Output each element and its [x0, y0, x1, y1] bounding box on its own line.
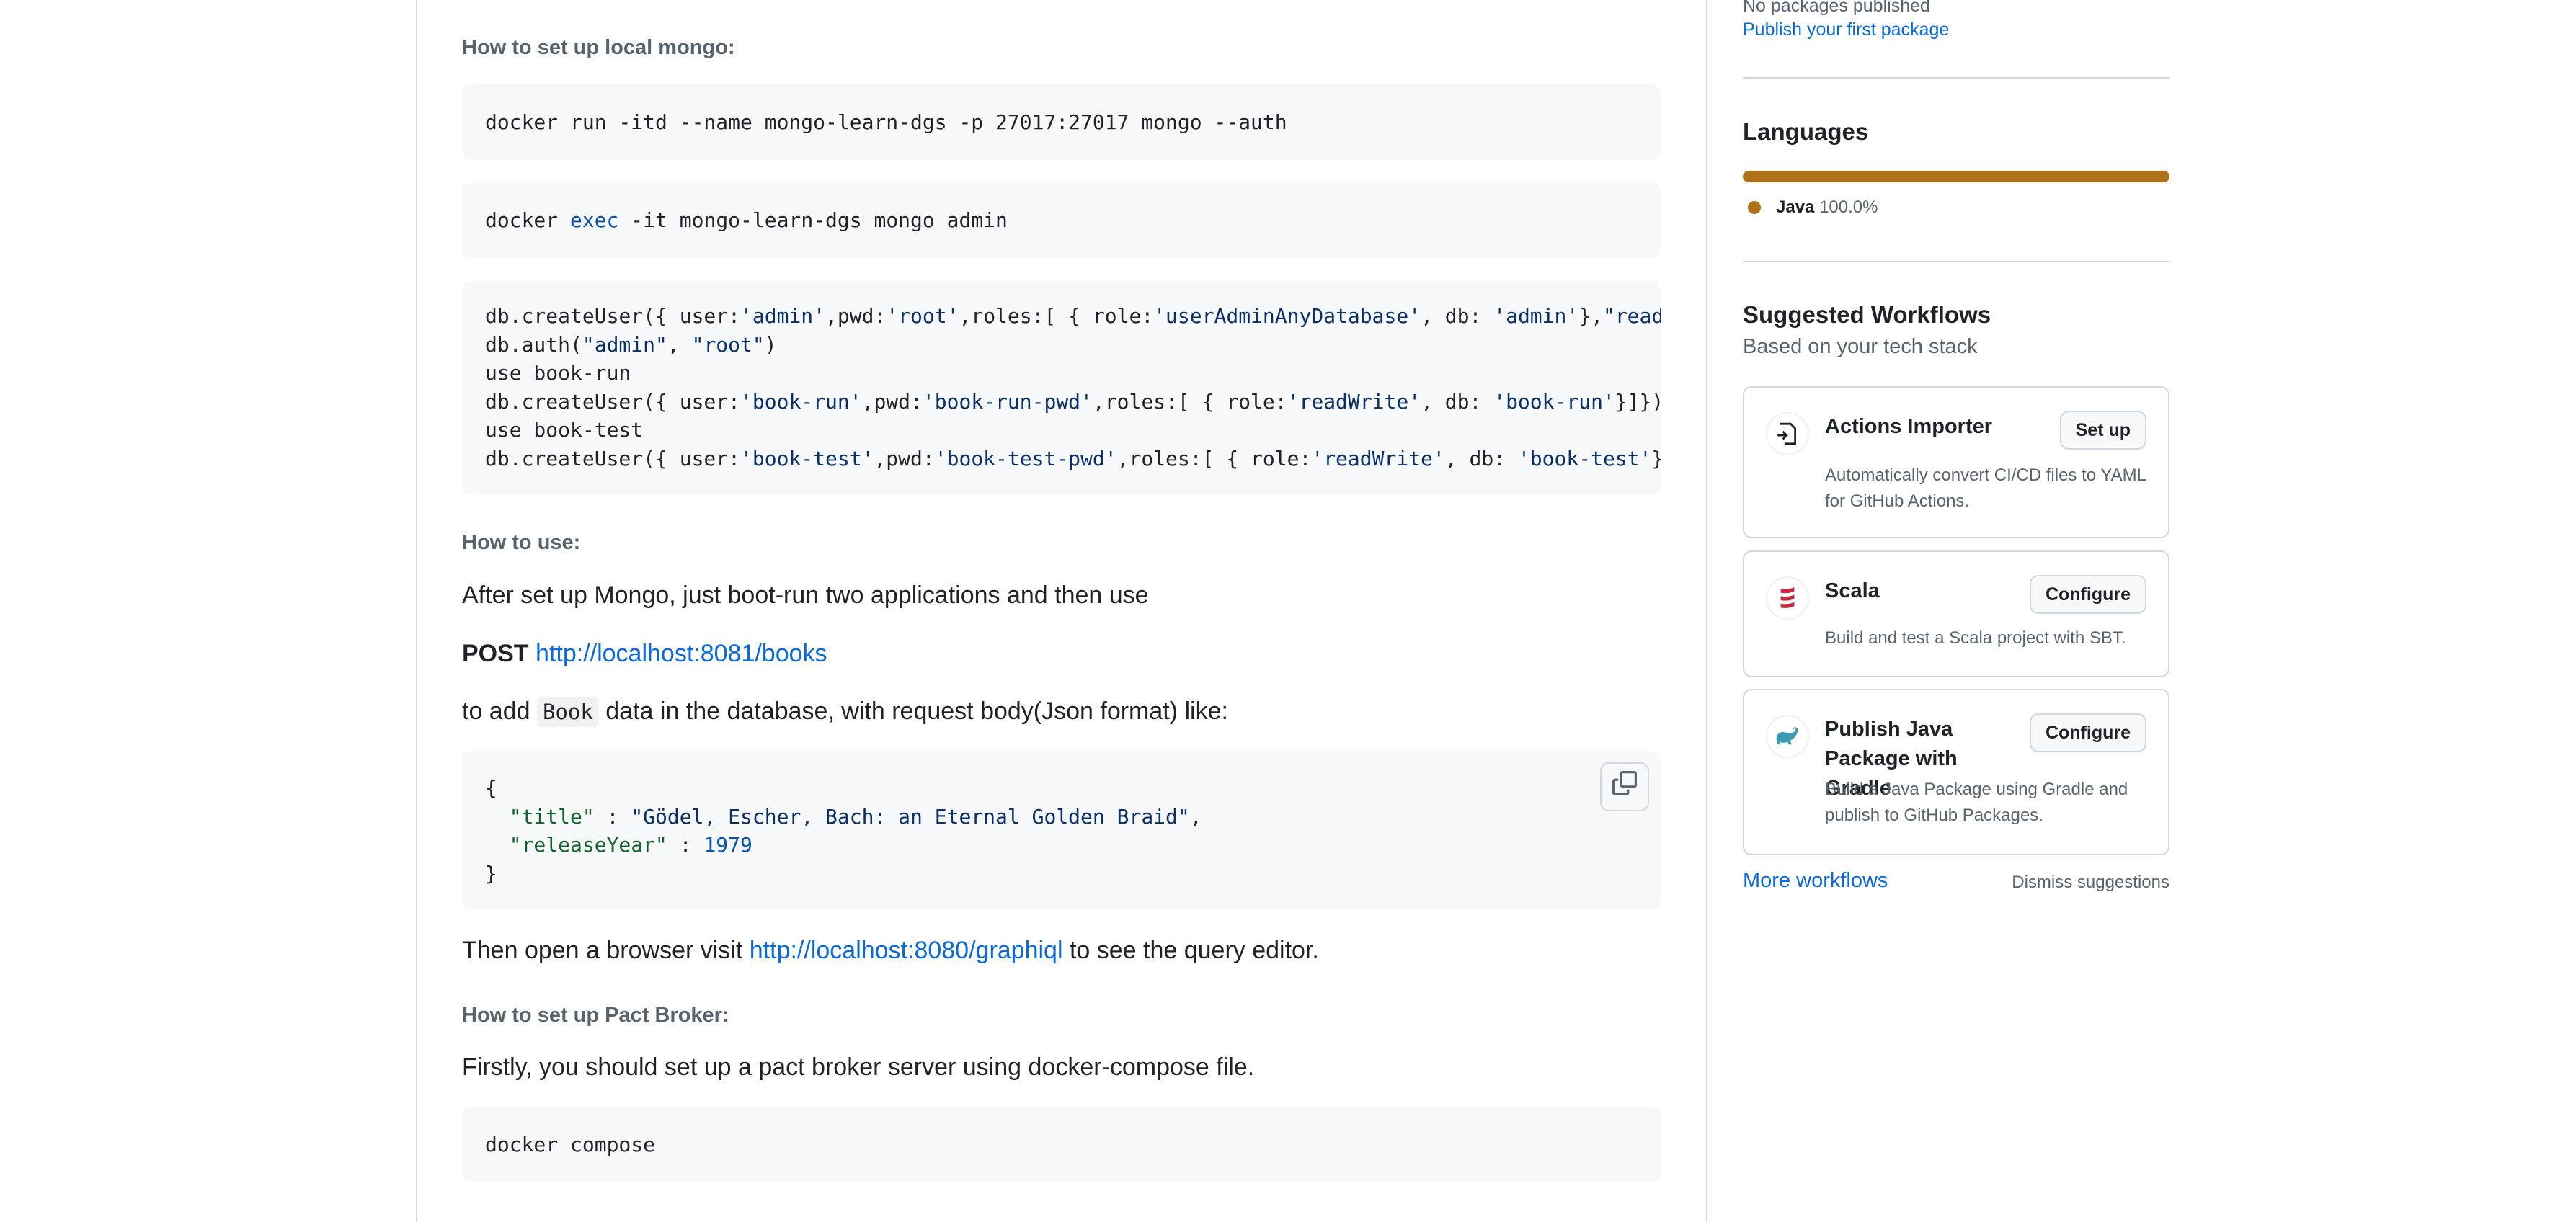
divider [1743, 77, 2169, 79]
text: to see the query editor. [1062, 937, 1319, 964]
code-block-docker-compose[interactable]: docker compose [462, 1107, 1661, 1182]
actions-importer-icon [1767, 414, 1808, 454]
post-label: POST [462, 640, 529, 667]
code-block-json-body[interactable]: { "title" : "Gödel, Escher, Bach: an Ete… [462, 751, 1661, 909]
code-text: docker run -itd --name mongo-learn-dgs -… [485, 110, 1287, 134]
paragraph-post: POST http://localhost:8081/books [462, 640, 827, 668]
workflows-subheading: Based on your tech stack [1743, 335, 1978, 358]
workflow-description: Build and test a Scala project with SBT. [1825, 628, 2126, 648]
post-url-link[interactable]: http://localhost:8081/books [536, 640, 827, 667]
heading-how-to-use: How to use: [462, 531, 581, 554]
configure-button[interactable]: Configure [2029, 575, 2146, 614]
code-keyword: exec [570, 208, 619, 232]
paragraph-after-setup: After set up Mongo, just boot-run two ap… [462, 581, 1149, 609]
copy-icon [1612, 770, 1637, 803]
inline-code-book: Book [536, 697, 599, 727]
language-item-java[interactable]: Java 100.0% [1776, 197, 1878, 218]
packages-status: No packages published [1743, 0, 1930, 16]
scala-icon [1767, 578, 1808, 618]
copy-button[interactable] [1600, 762, 1649, 811]
text: data in the database, with request body(… [598, 697, 1228, 725]
code-text: -it mongo-learn-dgs mongo admin [618, 208, 1008, 232]
workflow-title: Actions Importer [1825, 415, 1993, 438]
more-workflows-link[interactable]: More workflows [1743, 869, 1888, 893]
dismiss-suggestions-button[interactable]: Dismiss suggestions [2012, 873, 2169, 893]
divider [1743, 261, 2169, 262]
paragraph-pact: Firstly, you should set up a pact broker… [462, 1053, 1255, 1081]
workflow-card-actions-importer: Actions Importer Automatically convert C… [1743, 386, 2169, 538]
text: Then open a browser visit [462, 937, 750, 964]
paragraph-browser: Then open a browser visit http://localho… [462, 937, 1319, 965]
language-percent: 100.0% [1819, 197, 1878, 217]
code-block-docker-run[interactable]: docker run -itd --name mongo-learn-dgs -… [462, 84, 1661, 160]
workflow-description: Build a Java Package using Gradle and pu… [1825, 780, 2128, 825]
code-block-mongo-users[interactable]: db.createUser({ user:'admin',pwd:'root',… [462, 281, 1661, 495]
workflow-title: Scala [1825, 579, 1880, 602]
language-bar-java [1743, 171, 2169, 182]
setup-button[interactable]: Set up [2059, 411, 2146, 450]
publish-package-link[interactable]: Publish your first package [1743, 19, 1949, 40]
language-dot-java [1748, 201, 1761, 214]
text: to add [462, 697, 537, 725]
workflow-card-scala: Scala Build and test a Scala project wit… [1743, 550, 2169, 677]
languages-heading: Languages [1743, 118, 1869, 145]
language-name: Java [1776, 197, 1815, 217]
workflows-heading: Suggested Workflows [1743, 301, 1991, 328]
paragraph-add-book: to add Book data in the database, with r… [462, 697, 1228, 727]
code-text: docker [485, 208, 571, 232]
workflow-card-gradle: Publish Java Package with Gradle Build a… [1743, 689, 2169, 855]
workflow-description: Automatically convert CI/CD files to YAM… [1825, 465, 2146, 511]
heading-pact-broker: How to set up Pact Broker: [462, 1004, 729, 1027]
gradle-icon [1767, 716, 1808, 757]
code-block-docker-exec[interactable]: docker exec -it mongo-learn-dgs mongo ad… [462, 183, 1661, 258]
graphiql-url-link[interactable]: http://localhost:8080/graphiql [750, 937, 1063, 964]
configure-button[interactable]: Configure [2029, 713, 2146, 752]
code-text: docker compose [485, 1133, 656, 1156]
heading-local-mongo: How to set up local mongo: [462, 36, 735, 59]
